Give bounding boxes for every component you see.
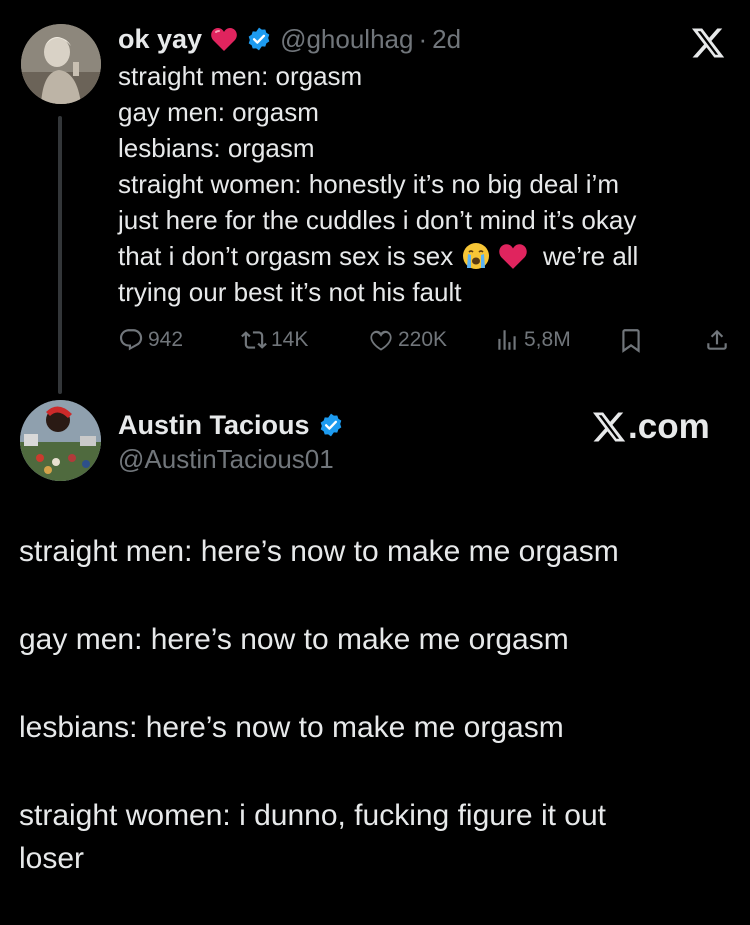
tweet-line: gay men: orgasm — [118, 97, 319, 127]
reply-count: 942 — [148, 328, 184, 351]
bookmark-button[interactable] — [618, 322, 648, 358]
tweet-paragraph: gay men: here’s now to make me orgasm — [19, 623, 569, 656]
tweet-line: straight women: honestly it’s no big dea… — [118, 169, 619, 199]
red-heart-emoji-icon — [498, 244, 527, 269]
tweet-line: trying our best it’s not his fault — [118, 277, 462, 307]
handle[interactable]: @AustinTacious01 — [118, 444, 334, 475]
like-icon — [370, 330, 392, 351]
timestamp[interactable]: 2d — [432, 24, 461, 55]
tweet-paragraph: straight women: i dunno, fucking figure … — [19, 799, 606, 875]
tweet-1-header: ok yay @ghoulhag · 2d — [118, 20, 718, 58]
bookmark-icon — [622, 329, 640, 353]
like-button[interactable]: 220K — [368, 322, 447, 358]
tweet-line: lesbians: orgasm — [118, 133, 315, 163]
like-count: 220K — [398, 328, 448, 351]
tweet-line: just here for the cuddles i don’t mind i… — [118, 205, 637, 235]
separator-dot: · — [418, 23, 428, 54]
views-button[interactable]: 5,8M — [494, 322, 571, 358]
reply-icon — [119, 329, 143, 351]
share-button[interactable] — [704, 322, 734, 358]
reply-button[interactable]: 942 — [118, 322, 183, 358]
watermark-text: .com — [628, 407, 710, 446]
views-count: 5,8M — [524, 328, 571, 351]
tweet-line-with-emoji: that i don’t orgasm sex is sex we’re all — [118, 238, 718, 274]
verified-badge-icon — [248, 27, 270, 51]
verified-badge-icon — [320, 413, 341, 437]
share-icon — [707, 329, 727, 350]
x-com-watermark: .com — [590, 402, 710, 452]
x-logo-icon — [592, 412, 626, 442]
tweet-line-part: that i don’t orgasm sex is sex — [118, 241, 454, 271]
repost-count: 14K — [271, 328, 309, 351]
tweet-1-body: ok yay @ghoulhag · 2d straight men: orga… — [118, 20, 718, 310]
avatar-austin-tacious[interactable] — [20, 400, 101, 481]
views-icon — [498, 330, 516, 350]
x-logo-icon[interactable] — [690, 25, 726, 61]
tweet-1-text: straight men: orgasm gay men: orgasm les… — [118, 58, 718, 310]
tweet-line: straight men: orgasm — [118, 61, 363, 91]
display-name[interactable]: Austin Tacious — [118, 410, 310, 441]
heart-emoji-icon — [211, 28, 237, 51]
crying-face-emoji-icon — [462, 243, 489, 269]
repost-icon — [241, 331, 267, 349]
tweet-line-part: we’re all — [542, 241, 639, 271]
avatar-ok-yay[interactable] — [21, 24, 101, 104]
tweet-2-text: straight men: here’s now to make me orga… — [19, 530, 731, 925]
handle[interactable]: @ghoulhag — [280, 24, 413, 55]
repost-button[interactable]: 14K — [241, 322, 308, 358]
tweet-1-actions: 942 14K 220K 5,8M — [118, 322, 730, 358]
tweet-paragraph: lesbians: here’s now to make me orgasm — [19, 711, 564, 744]
display-name[interactable]: ok yay — [118, 24, 202, 55]
tweet-paragraph: straight men: here’s now to make me orga… — [19, 535, 619, 568]
tweet-2-name-row: Austin Tacious — [118, 407, 344, 443]
thread-line — [58, 116, 62, 394]
